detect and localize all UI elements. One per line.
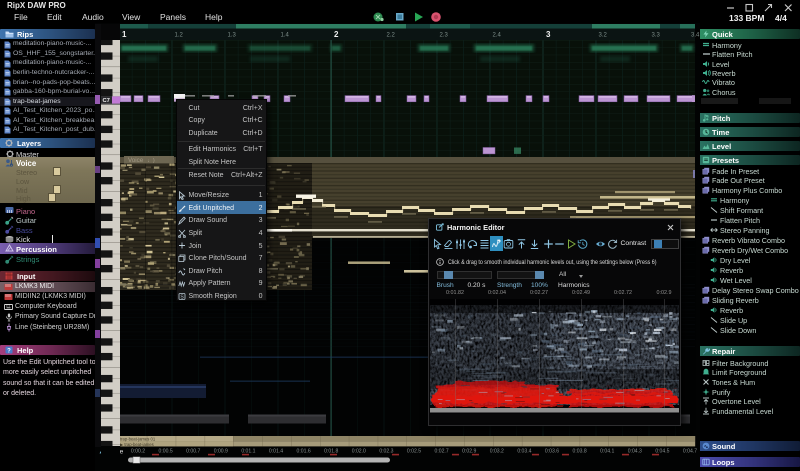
svg-text:0:02.9: 0:02.9 bbox=[462, 449, 476, 455]
svg-text:3.4: 3.4 bbox=[691, 33, 700, 39]
svg-text:2: 2 bbox=[334, 30, 339, 39]
svg-text:0:01.6: 0:01.6 bbox=[297, 449, 311, 455]
svg-text:?: ? bbox=[7, 348, 11, 354]
svg-text:1: 1 bbox=[122, 30, 127, 39]
svg-text:0:04.3: 0:04.3 bbox=[628, 449, 642, 455]
svg-text:0:00.5: 0:00.5 bbox=[159, 449, 173, 455]
svg-text:0:03.6: 0:03.6 bbox=[545, 449, 559, 455]
svg-text:0:02.7: 0:02.7 bbox=[435, 449, 449, 455]
svg-text:0:03.4: 0:03.4 bbox=[517, 449, 531, 455]
svg-text:0:00.9: 0:00.9 bbox=[214, 449, 228, 455]
svg-text:3.2: 3.2 bbox=[599, 33, 608, 39]
svg-text:0:02.3: 0:02.3 bbox=[379, 449, 393, 455]
svg-text:0:00.2: 0:00.2 bbox=[131, 449, 145, 455]
svg-text:0:04.5: 0:04.5 bbox=[655, 449, 669, 455]
svg-text:1.2: 1.2 bbox=[175, 33, 184, 39]
svg-text:2.2: 2.2 bbox=[387, 33, 396, 39]
svg-text:▶ trap-beat-james: ▶ trap-beat-james bbox=[120, 442, 154, 447]
svg-text:2.4: 2.4 bbox=[493, 33, 502, 39]
svg-text:2.3: 2.3 bbox=[440, 33, 449, 39]
svg-text:3: 3 bbox=[546, 30, 551, 39]
svg-text:1.3: 1.3 bbox=[228, 33, 237, 39]
svg-text:0:01.4: 0:01.4 bbox=[269, 449, 283, 455]
svg-text:0:01.1: 0:01.1 bbox=[241, 449, 255, 455]
svg-text:0:04.1: 0:04.1 bbox=[600, 449, 614, 455]
svg-text:0:04.7: 0:04.7 bbox=[683, 449, 697, 455]
svg-text:3.3: 3.3 bbox=[652, 33, 661, 39]
svg-text:0:02.5: 0:02.5 bbox=[407, 449, 421, 455]
svg-text:C7: C7 bbox=[103, 98, 110, 104]
svg-text:0:03.8: 0:03.8 bbox=[573, 449, 587, 455]
svg-text:0:00.7: 0:00.7 bbox=[186, 449, 200, 455]
svg-text:0:01.8: 0:01.8 bbox=[324, 449, 338, 455]
svg-text:0:03.2: 0:03.2 bbox=[490, 449, 504, 455]
svg-text:Voice: Voice bbox=[128, 157, 144, 164]
svg-text:1.4: 1.4 bbox=[281, 33, 290, 39]
svg-text:0:02.0: 0:02.0 bbox=[352, 449, 366, 455]
svg-text:♩): ♩) bbox=[148, 158, 155, 164]
